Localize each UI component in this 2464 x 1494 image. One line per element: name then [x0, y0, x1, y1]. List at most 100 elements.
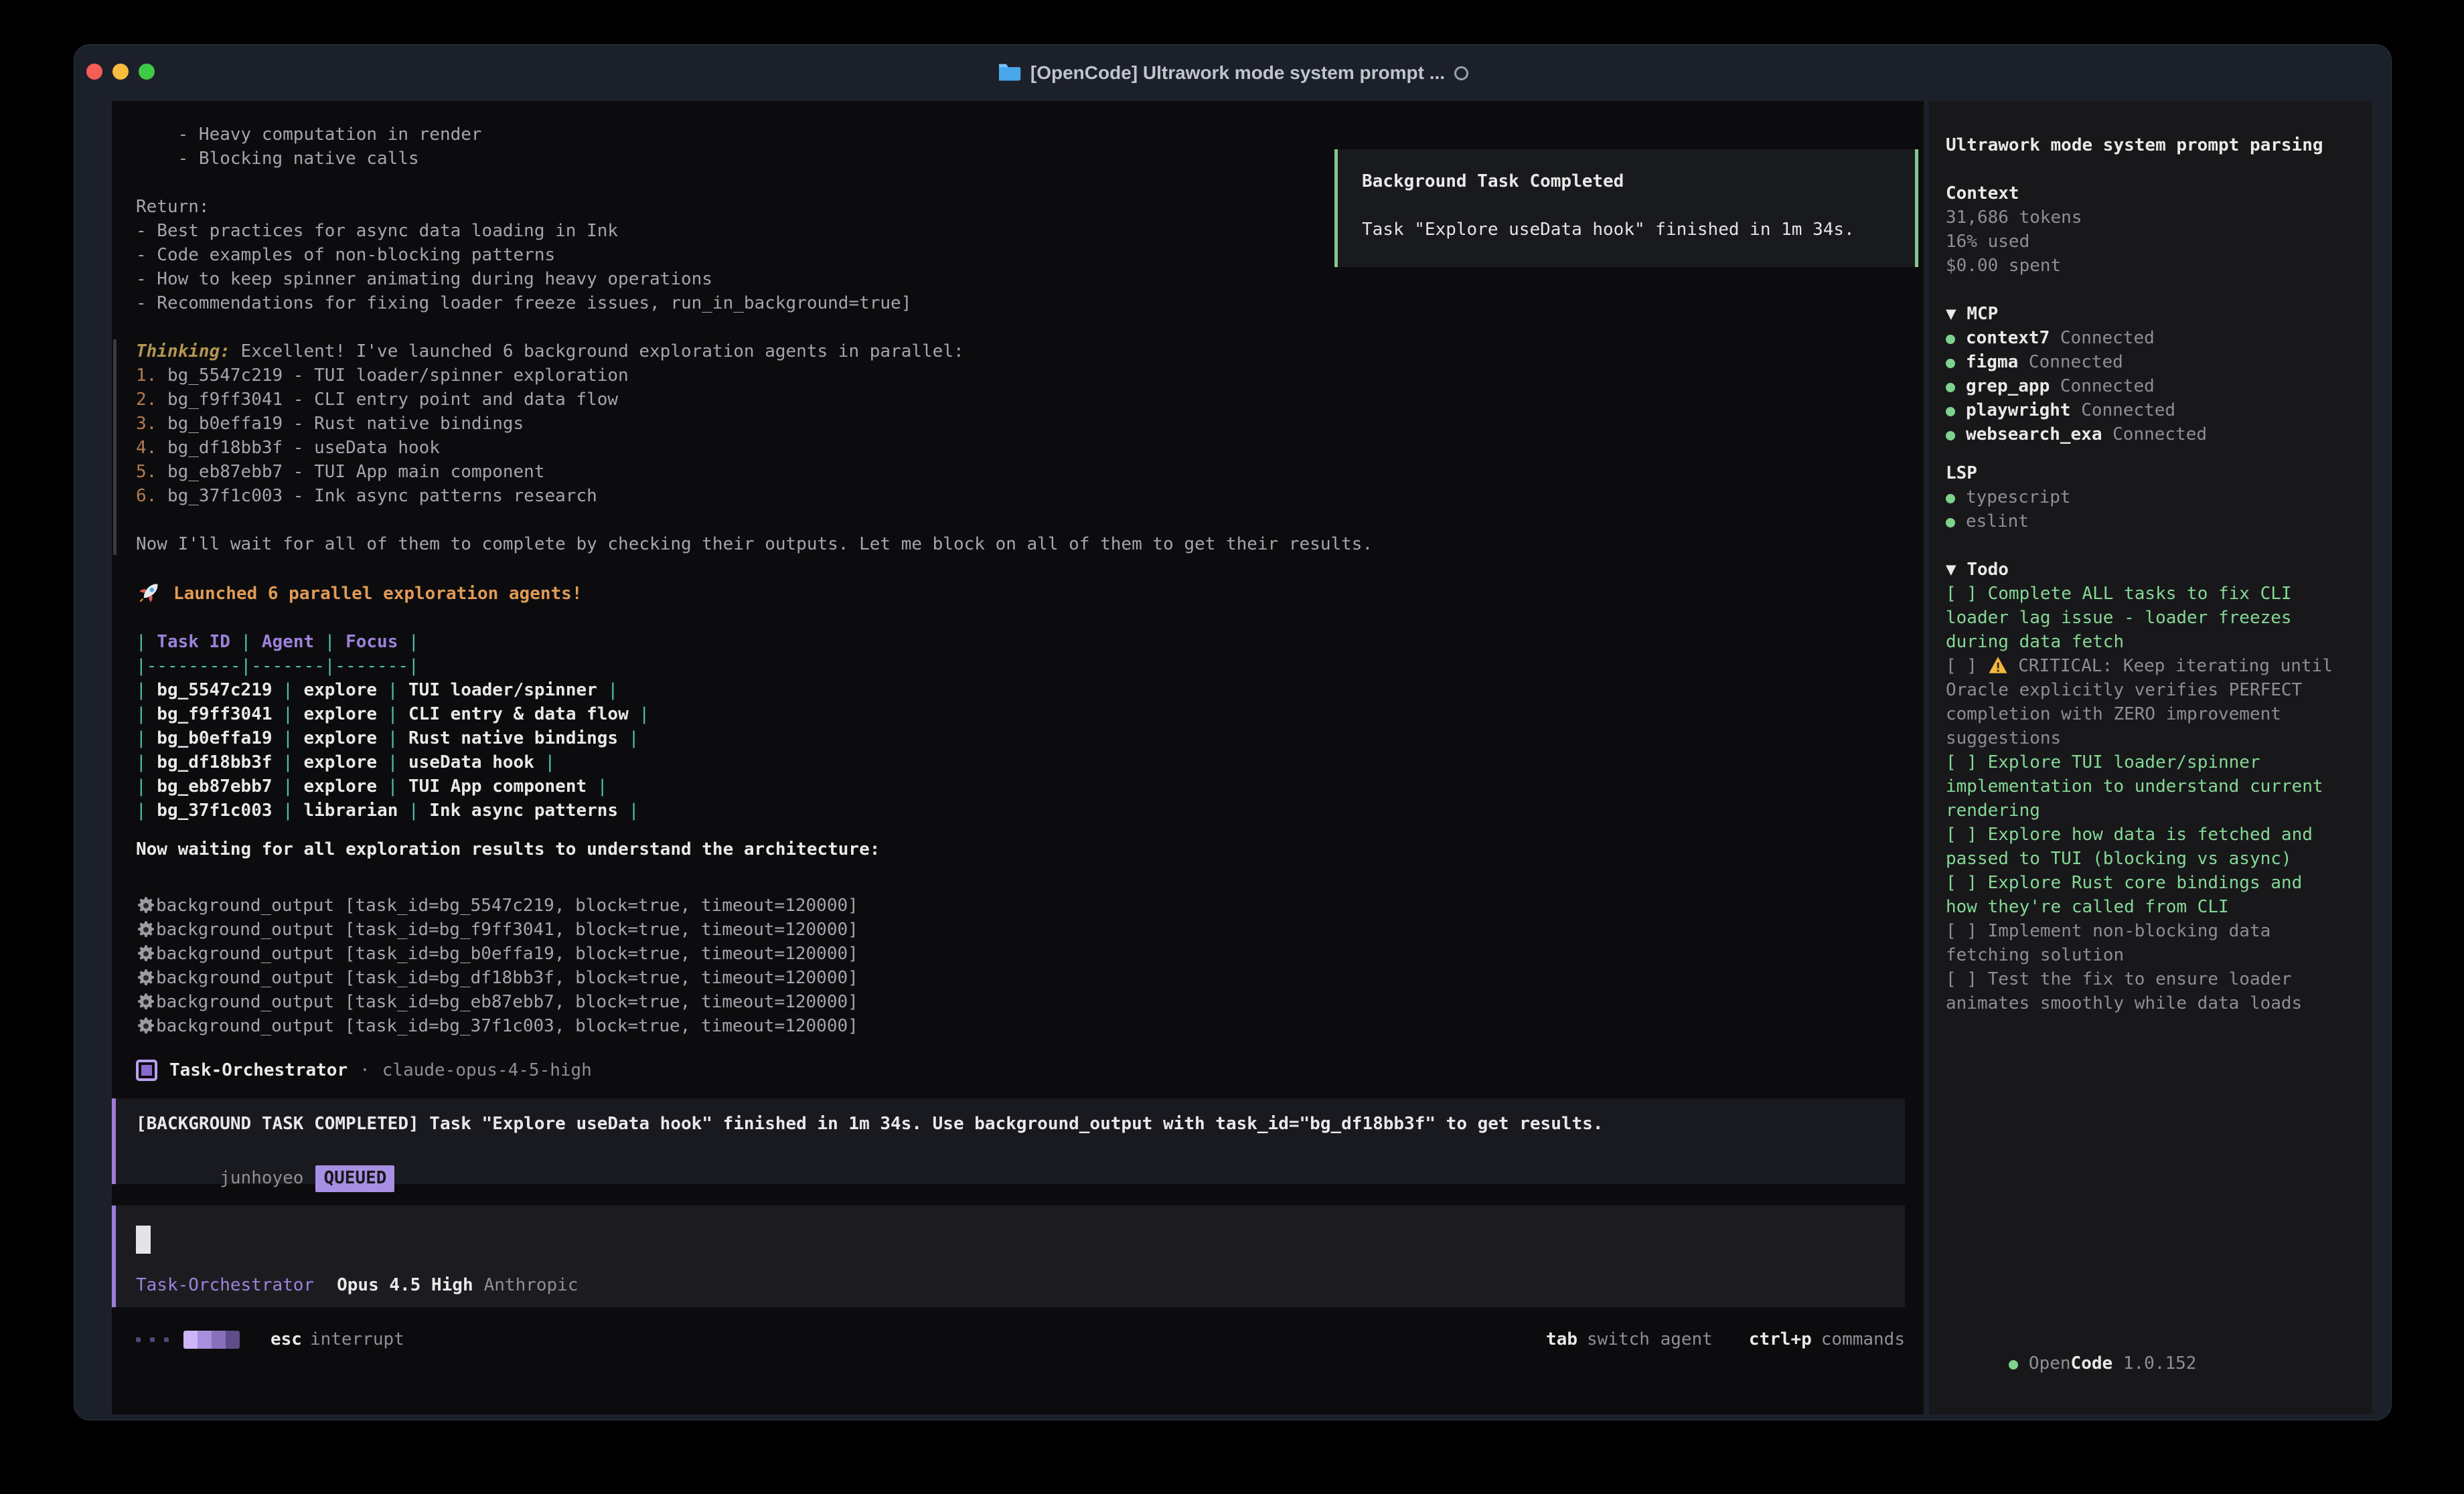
- mcp-item: grep_app Connected: [1946, 374, 2341, 398]
- spinner-blocks-icon: [183, 1331, 240, 1349]
- todo-section-toggle[interactable]: ▼ Todo: [1946, 558, 2341, 582]
- gear-icon: [136, 920, 156, 940]
- todo-item: [ ] Complete ALL tasks to fix CLI loader…: [1946, 582, 2341, 654]
- transcript-line: - Heavy computation in render: [136, 122, 1905, 147]
- input-agent-name[interactable]: Task-Orchestrator: [136, 1275, 314, 1295]
- queued-badge: QUEUED: [315, 1165, 394, 1192]
- esc-action-hint: interrupt: [310, 1329, 404, 1349]
- todo-item: [ ] Implement non-blocking data fetching…: [1946, 919, 2341, 967]
- table-row: | bg_b0effa19 | explore | Rust native bi…: [136, 726, 1905, 750]
- mcp-item: context7 Connected: [1946, 326, 2341, 350]
- brand-open: Open: [2029, 1353, 2071, 1374]
- minimize-button[interactable]: [112, 64, 129, 80]
- thinking-block: Thinking: Excellent! I've launched 6 bac…: [136, 339, 1905, 556]
- thinking-item: 4. bg_df18bb3f - useData hook: [136, 436, 1905, 460]
- chevron-down-icon: ▼: [1946, 304, 1967, 324]
- launch-banner: Launched 6 parallel exploration agents!: [136, 580, 1905, 607]
- background-task-text: [BACKGROUND TASK COMPLETED] Task "Explor…: [136, 1112, 1905, 1136]
- context-heading: Context: [1946, 181, 2341, 205]
- green-dot-icon: [1946, 335, 1955, 344]
- table-row: | bg_f9ff3041 | explore | CLI entry & da…: [136, 702, 1905, 726]
- queued-user: junhoyeo: [220, 1168, 303, 1188]
- lsp-item: typescript: [1946, 485, 2341, 509]
- mcp-section-toggle[interactable]: ▼ MCP: [1946, 302, 2341, 326]
- sidebar: Ultrawork mode system prompt parsing Con…: [1929, 101, 2372, 1414]
- tab-key-hint: tab: [1546, 1329, 1577, 1349]
- tool-call-line: background_output [task_id=bg_b0effa19, …: [136, 942, 1905, 966]
- table-row: | bg_eb87ebb7 | explore | TUI App compon…: [136, 774, 1905, 799]
- zoom-button[interactable]: [139, 64, 155, 80]
- thinking-gutter-bar: [113, 339, 117, 555]
- tool-call-line: background_output [task_id=bg_eb87ebb7, …: [136, 990, 1905, 1014]
- toast-body: Task "Explore useData hook" finished in …: [1362, 218, 1915, 242]
- green-dot-icon: [1946, 407, 1955, 416]
- window-title: [OpenCode] Ultrawork mode system prompt …: [1030, 62, 1445, 84]
- agent-icon: [136, 1060, 157, 1081]
- table-row: | bg_5547c219 | explore | TUI loader/spi…: [136, 678, 1905, 702]
- tool-call-line: background_output [task_id=bg_37f1c003, …: [136, 1014, 1905, 1038]
- thinking-item: 1. bg_5547c219 - TUI loader/spinner expl…: [136, 363, 1905, 388]
- mcp-item: websearch_exa Connected: [1946, 422, 2341, 446]
- input-provider: Anthropic: [484, 1275, 579, 1295]
- activity-circle-icon: [1454, 66, 1468, 80]
- context-spent: $0.00 spent: [1946, 254, 2341, 278]
- tool-call-line: background_output [task_id=bg_f9ff3041, …: [136, 918, 1905, 942]
- close-button[interactable]: [86, 64, 102, 80]
- spinner-dots-icon: [136, 1337, 169, 1342]
- thinking-item: 5. bg_eb87ebb7 - TUI App main component: [136, 460, 1905, 484]
- table-row: | bg_df18bb3f | explore | useData hook |: [136, 750, 1905, 774]
- todo-section: ▼ Todo [ ] Complete ALL tasks to fix CLI…: [1946, 558, 2341, 1015]
- text-cursor: [136, 1226, 151, 1254]
- context-tokens: 31,686 tokens: [1946, 205, 2341, 230]
- sidebar-footer: OpenCode 1.0.152: [1946, 1327, 2196, 1351]
- green-dot-icon: [1946, 518, 1955, 527]
- lsp-item: eslint: [1946, 509, 2341, 533]
- tool-call-list: background_output [task_id=bg_5547c219, …: [136, 894, 1905, 1038]
- context-used: 16% used: [1946, 230, 2341, 254]
- cmd-key-hint: ctrl+p: [1749, 1329, 1812, 1349]
- status-dot-icon: [2009, 1360, 2018, 1370]
- tool-call-line: background_output [task_id=bg_5547c219, …: [136, 894, 1905, 918]
- mcp-item: playwright Connected: [1946, 398, 2341, 422]
- context-section: Context 31,686 tokens 16% used $0.00 spe…: [1946, 181, 2341, 278]
- warning-icon: [1988, 656, 2019, 676]
- thinking-item: 2. bg_f9ff3041 - CLI entry point and dat…: [136, 388, 1905, 412]
- input-model-name[interactable]: Opus 4.5 High: [337, 1275, 473, 1295]
- transcript-area[interactable]: - Heavy computation in render - Blocking…: [112, 101, 1924, 1414]
- thinking-lead-line: Thinking: Excellent! I've launched 6 bac…: [136, 339, 1905, 363]
- lsp-heading: LSP: [1946, 461, 2341, 485]
- window-title-group: [OpenCode] Ultrawork mode system prompt …: [997, 62, 1468, 84]
- mcp-item: figma Connected: [1946, 350, 2341, 374]
- launch-banner-text: Launched 6 parallel exploration agents!: [173, 584, 582, 604]
- transcript-line: - Recommendations for fixing loader free…: [136, 291, 1905, 315]
- agents-table: | Task ID | Agent | Focus ||---------|--…: [136, 630, 1905, 823]
- green-dot-icon: [1946, 494, 1955, 503]
- folder-icon: [997, 62, 1021, 84]
- thinking-item: 6. bg_37f1c003 - Ink async patterns rese…: [136, 484, 1905, 508]
- green-dot-icon: [1946, 431, 1955, 440]
- table-header-row: | Task ID | Agent | Focus |: [136, 630, 1905, 654]
- separator-dot: ·: [360, 1060, 370, 1080]
- thinking-wait-line: Now I'll wait for all of them to complet…: [136, 532, 1905, 556]
- esc-key-hint: esc: [271, 1329, 302, 1349]
- waiting-line: Now waiting for all exploration results …: [136, 837, 1905, 861]
- transcript-line: - How to keep spinner animating during h…: [136, 267, 1905, 291]
- traffic-lights: [74, 45, 208, 101]
- sidebar-title: Ultrawork mode system prompt parsing: [1946, 133, 2341, 157]
- green-dot-icon: [1946, 359, 1955, 368]
- toast-notification[interactable]: Background Task Completed Task "Explore …: [1334, 149, 1918, 267]
- agent-row: Task-Orchestrator · claude-opus-4-5-high: [136, 1057, 1905, 1084]
- todo-item: [ ] Test the fix to ensure loader animat…: [1946, 967, 2341, 1015]
- titlebar: [OpenCode] Ultrawork mode system prompt …: [74, 45, 2391, 101]
- gear-icon: [136, 992, 156, 1012]
- thinking-lead: Excellent! I've launched 6 background ex…: [241, 341, 964, 361]
- table-row: | bg_37f1c003 | librarian | Ink async pa…: [136, 799, 1905, 823]
- brand-code: Code: [2071, 1353, 2113, 1374]
- gear-icon: [136, 1016, 156, 1036]
- prompt-input[interactable]: Task-Orchestrator Opus 4.5 High Anthropi…: [112, 1206, 1905, 1307]
- background-task-message: [BACKGROUND TASK COMPLETED] Task "Explor…: [112, 1098, 1905, 1184]
- lsp-section: LSP typescripteslint: [1946, 461, 2341, 533]
- mcp-section: ▼ MCP context7 Connectedfigma Connectedg…: [1946, 302, 2341, 446]
- chevron-down-icon: ▼: [1946, 560, 1967, 580]
- thinking-label: Thinking:: [136, 341, 230, 361]
